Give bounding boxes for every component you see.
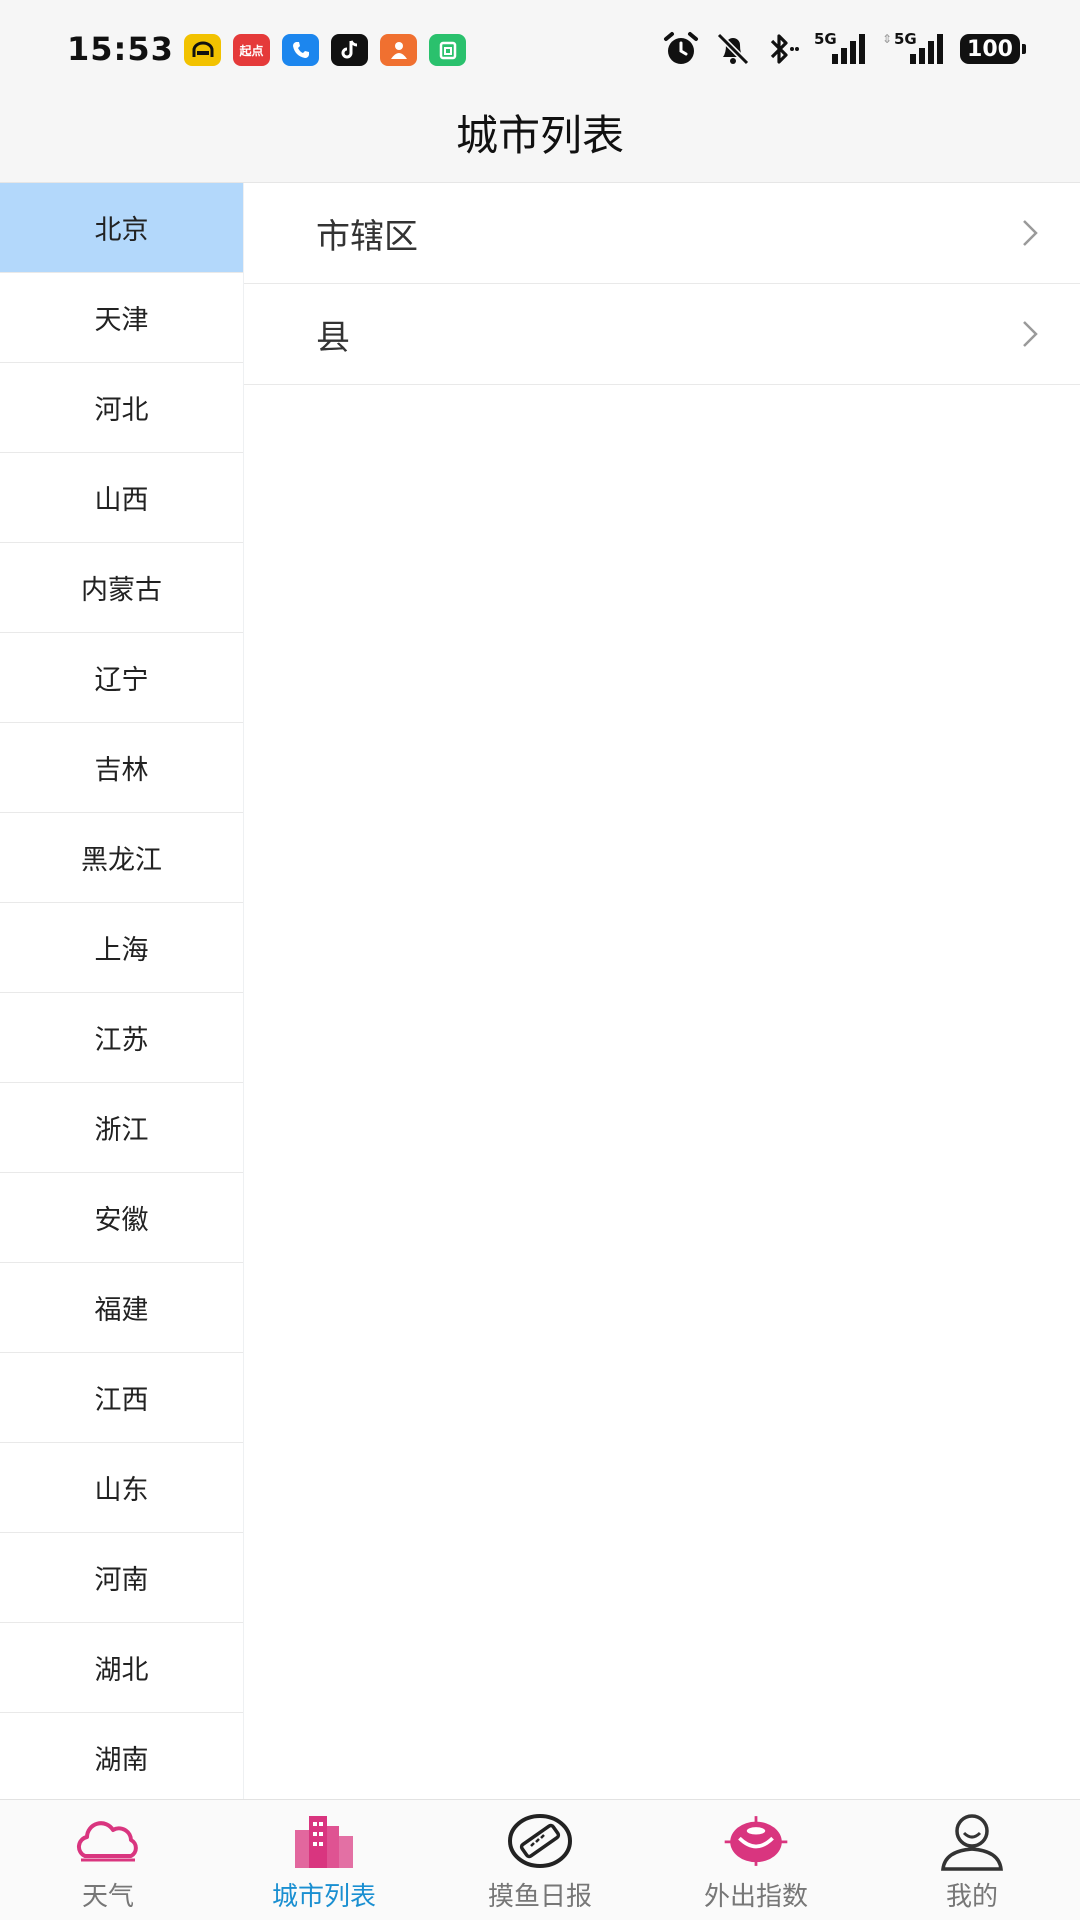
nav-bar: 城市列表 [0,98,1080,183]
qidian-app-icon: 起点 [233,34,270,66]
city-item-label: 市辖区 [316,216,418,257]
province-item[interactable]: 湖北 [0,1623,243,1713]
tab-label: 外出指数 [703,1882,808,1912]
tab-label: 摸鱼日报 [487,1882,592,1912]
province-item[interactable]: 江西 [0,1353,243,1443]
status-bar: 15:53 起点 5G ⇕ 5G 100 [0,0,1080,98]
bluetooth-icon [766,30,800,68]
page-title: 城市列表 [455,111,624,160]
ruler-badge-icon [505,1812,575,1870]
alarm-icon [662,30,700,68]
province-item[interactable]: 北京 [0,183,243,273]
status-time: 15:53 [67,30,174,68]
app-root: 15:53 起点 5G ⇕ 5G 100 城市列表 北京 天津 河北 山西 内蒙… [0,0,1080,1920]
battery-icon: 100 [960,34,1026,64]
province-item[interactable]: 安徽 [0,1173,243,1263]
chevron-right-icon [1023,220,1038,246]
cloud-icon [73,1812,143,1870]
tab-outdoor-index[interactable]: 外出指数 [648,1800,864,1920]
taobao-app-icon [380,34,417,66]
system-status-icons: 5G ⇕ 5G 100 [662,30,1026,68]
province-item[interactable]: 吉林 [0,723,243,813]
province-item[interactable]: 内蒙古 [0,543,243,633]
tab-city-list[interactable]: 城市列表 [216,1800,432,1920]
province-item[interactable]: 福建 [0,1263,243,1353]
city-buildings-icon [289,1812,359,1870]
city-list-item[interactable]: 县 [244,284,1080,385]
tab-mine[interactable]: 我的 [864,1800,1080,1920]
tab-label: 我的 [945,1882,998,1912]
province-item[interactable]: 上海 [0,903,243,993]
province-item[interactable]: 黑龙江 [0,813,243,903]
province-item[interactable]: 浙江 [0,1083,243,1173]
province-item[interactable]: 江苏 [0,993,243,1083]
chevron-right-icon [1023,321,1038,347]
city-item-label: 县 [316,317,350,358]
signal-5g-icon: 5G [814,30,868,68]
province-list[interactable]: 北京 天津 河北 山西 内蒙古 辽宁 吉林 黑龙江 上海 江苏 浙江 安徽 福建… [0,183,244,1799]
signal-5g-icon-2: ⇕ 5G [882,30,946,68]
calendar-app-icon [429,34,466,66]
notification-icons: 起点 [184,34,466,66]
province-item[interactable]: 天津 [0,273,243,363]
phone-app-icon [282,34,319,66]
tab-label: 天气 [81,1882,134,1912]
tab-weather[interactable]: 天气 [0,1800,216,1920]
province-item[interactable]: 山西 [0,453,243,543]
car-app-icon [184,34,221,66]
province-item[interactable]: 湖南 [0,1713,243,1799]
tab-label: 城市列表 [271,1882,376,1912]
province-item[interactable]: 河北 [0,363,243,453]
province-item[interactable]: 河南 [0,1533,243,1623]
mute-bell-icon [714,30,752,68]
province-item[interactable]: 山东 [0,1443,243,1533]
bottom-tab-bar: 天气 城市列表 摸鱼日报 外出指数 我的 [0,1799,1080,1920]
city-list-item[interactable]: 市辖区 [244,183,1080,284]
tab-fishing-daily[interactable]: 摸鱼日报 [432,1800,648,1920]
city-list: 市辖区 县 [244,183,1080,1799]
tiktok-app-icon [331,34,368,66]
user-profile-icon [937,1812,1007,1871]
outdoor-index-icon [721,1812,791,1870]
province-item[interactable]: 辽宁 [0,633,243,723]
